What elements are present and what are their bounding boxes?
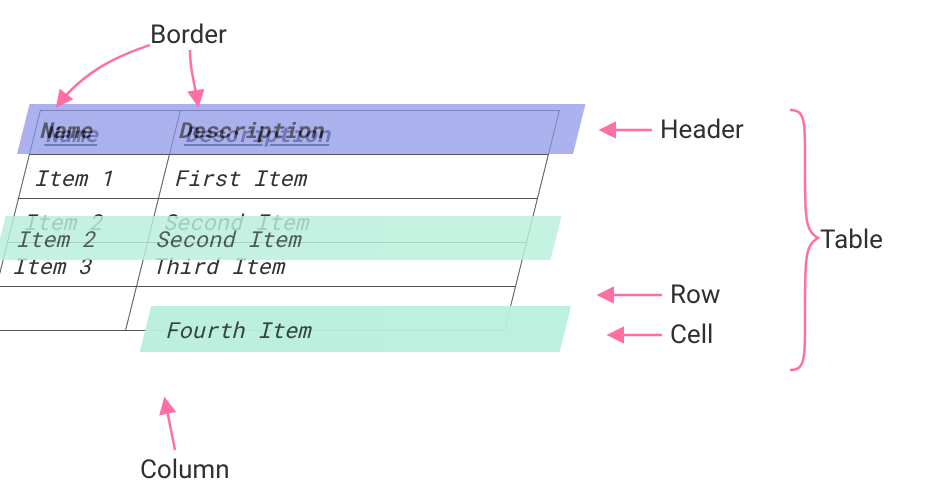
highlight-header: Name Description (17, 104, 585, 154)
cell-name (0, 287, 136, 331)
label-table: Table (820, 225, 883, 255)
arrow-border-inner-icon (190, 50, 198, 104)
highlight-cell: Fourth Item (140, 306, 571, 352)
highlight-header-name: Name (38, 115, 98, 144)
highlight-row-description: Second Item (154, 224, 306, 253)
cell-name: Item 1 (18, 155, 169, 199)
cell-desc: First Item (158, 155, 548, 199)
brace-table-icon (790, 110, 818, 370)
label-header: Header (660, 115, 744, 145)
label-column: Column (140, 455, 230, 485)
arrow-column-icon (165, 400, 175, 450)
highlight-cell-value: Fourth Item (164, 315, 316, 344)
label-row: Row (670, 280, 720, 310)
highlight-header-description: Description (176, 115, 328, 144)
highlight-row: Item 2 Second Item (0, 216, 562, 260)
arrow-border-outer-icon (58, 45, 150, 105)
table-row: Item 1 First Item (18, 155, 548, 199)
highlight-row-name: Item 2 (14, 224, 100, 253)
label-cell: Cell (670, 320, 713, 350)
label-border: Border (150, 20, 227, 50)
